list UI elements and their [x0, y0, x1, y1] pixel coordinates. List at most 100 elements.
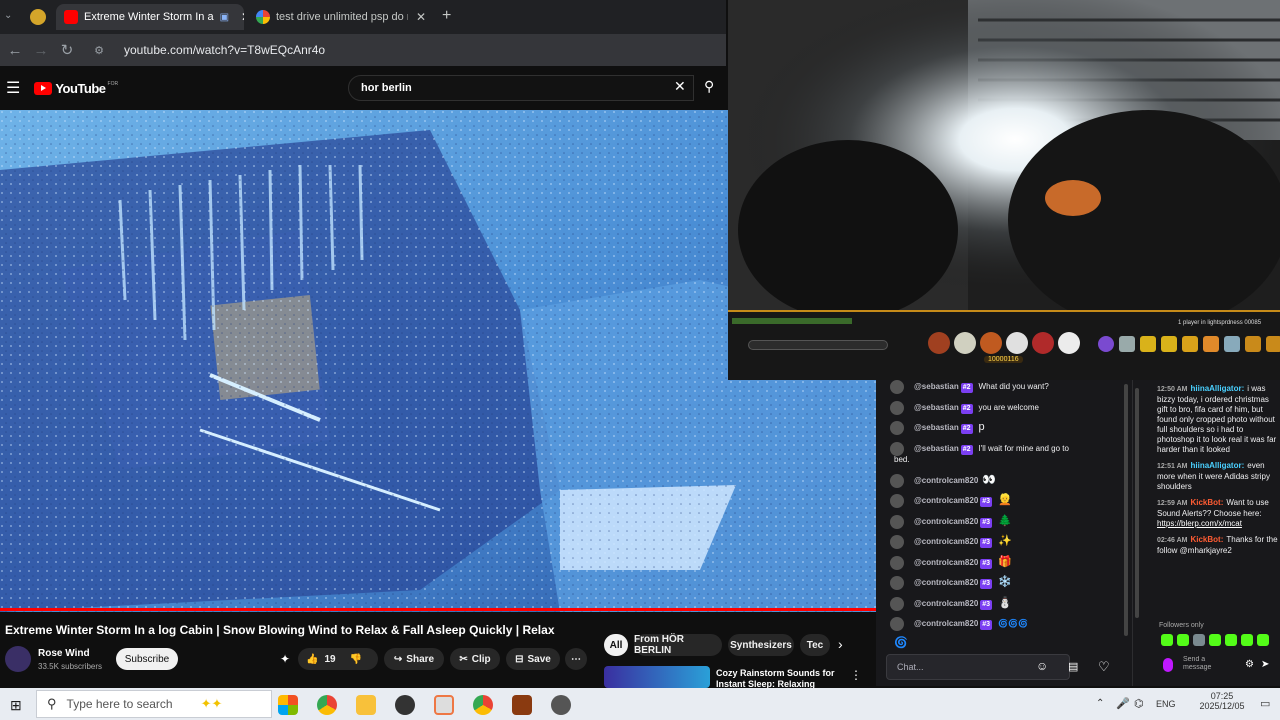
network-icon[interactable]: ⌬: [1134, 697, 1144, 710]
game-icon[interactable]: [512, 695, 532, 715]
search-input[interactable]: hor berlin: [348, 75, 694, 101]
language-indicator[interactable]: ENG: [1156, 699, 1176, 709]
chat-username[interactable]: @controlcam820: [914, 496, 978, 505]
kick-username[interactable]: KickBot:: [1190, 498, 1223, 507]
chat-username[interactable]: @controlcam820: [914, 517, 978, 526]
dislike-icon[interactable]: 👎: [350, 654, 362, 665]
chrome-icon[interactable]: [317, 695, 337, 715]
character-slot-icon[interactable]: [928, 332, 950, 354]
inventory-icon[interactable]: [1266, 336, 1280, 352]
app-icon[interactable]: [551, 695, 571, 715]
notification-icon[interactable]: ▭: [1260, 697, 1270, 710]
save-button[interactable]: ⊟ Save: [506, 648, 560, 670]
kick-username[interactable]: KickBot:: [1190, 535, 1223, 544]
chip-from-hor-berlin[interactable]: From HÖR BERLIN: [634, 634, 722, 656]
emote-icon[interactable]: [1209, 634, 1221, 646]
like-icon[interactable]: 👍: [306, 654, 318, 665]
chat-username[interactable]: @controlcam820: [914, 599, 978, 608]
emoji-icon[interactable]: ☺: [1036, 659, 1048, 673]
clip-button[interactable]: ✂ Clip: [450, 648, 500, 670]
user-avatar-icon[interactable]: [1163, 658, 1173, 672]
file-explorer-icon[interactable]: [356, 695, 376, 715]
channel-name[interactable]: Rose Wind: [38, 648, 90, 659]
kick-username[interactable]: hiinaAlligator:: [1190, 384, 1244, 393]
chip-synthesizers[interactable]: Synthesizers: [728, 634, 794, 656]
gif-icon[interactable]: ▤: [1068, 660, 1078, 673]
chat-username[interactable]: @controlcam820: [914, 558, 978, 567]
chat-username[interactable]: @controlcam820: [914, 476, 978, 485]
microphone-icon[interactable]: 🎤: [1116, 697, 1130, 710]
send-icon[interactable]: ➤: [1261, 659, 1269, 670]
chat-avatar[interactable]: [890, 596, 904, 611]
character-slot-icon[interactable]: [1032, 332, 1054, 354]
chat-avatar[interactable]: [890, 617, 904, 631]
heart-icon[interactable]: ♡: [1098, 659, 1110, 675]
copilot-icon[interactable]: [278, 695, 298, 715]
clock[interactable]: 07:25 2025/12/05: [1190, 691, 1254, 711]
chat-avatar[interactable]: [890, 514, 904, 529]
close-tab-icon[interactable]: ✕: [416, 10, 426, 24]
chip-tec[interactable]: Tec: [800, 634, 830, 656]
emote-icon[interactable]: [1257, 634, 1269, 646]
windows-start-icon[interactable]: ⊞: [10, 697, 22, 714]
chat-avatar[interactable]: [890, 441, 904, 456]
channel-avatar[interactable]: [5, 646, 31, 672]
kick-message-link[interactable]: https://blerp.com/x/mcat: [1157, 519, 1279, 529]
tab-youtube[interactable]: Extreme Winter Storm In a ▣ ✕: [56, 4, 244, 30]
emote-icon[interactable]: [1161, 634, 1173, 646]
tray-chevron-icon[interactable]: ⌃: [1096, 698, 1104, 709]
kick-message-input[interactable]: Send a message: [1183, 656, 1227, 674]
character-slot-icon[interactable]: [1058, 332, 1080, 354]
chip-all[interactable]: All: [604, 634, 628, 656]
clear-search-icon[interactable]: ✕: [674, 78, 686, 95]
tool-icon[interactable]: [1119, 336, 1135, 352]
chat-avatar[interactable]: [890, 494, 904, 508]
reload-icon[interactable]: ↻: [56, 41, 78, 59]
tab-list-icon[interactable]: ⌄: [4, 10, 12, 21]
chevron-right-icon[interactable]: ›: [838, 636, 843, 652]
url-field[interactable]: youtube.com/watch?v=T8wEQcAnr4o: [124, 43, 325, 57]
subscribe-button[interactable]: Subscribe: [116, 648, 178, 670]
pencil-icon[interactable]: [1203, 336, 1219, 352]
chat-username[interactable]: @sebastian: [914, 403, 959, 412]
chat-avatar[interactable]: [890, 421, 904, 435]
chat-avatar[interactable]: [890, 380, 904, 394]
emote-icon[interactable]: [1193, 634, 1205, 646]
search-icon[interactable]: ⚲: [704, 78, 714, 95]
recommendation-title[interactable]: Cozy Rainstorm Sounds for Instant Sleep:…: [716, 668, 840, 688]
chat-avatar[interactable]: [890, 555, 904, 570]
sparkle-icon[interactable]: ✦: [280, 652, 290, 666]
potion-icon[interactable]: [1098, 336, 1114, 352]
emote-icon[interactable]: [1241, 634, 1253, 646]
chat-avatar[interactable]: [890, 473, 904, 488]
kick-chat-scrollbar[interactable]: [1135, 388, 1139, 618]
chat-avatar[interactable]: [890, 535, 904, 549]
youtube-logo[interactable]: YouTube FOR: [34, 81, 118, 96]
chat-avatar[interactable]: [890, 576, 904, 590]
chat-scrollbar[interactable]: [1124, 384, 1128, 636]
obs-icon[interactable]: [395, 695, 415, 715]
new-tab-icon[interactable]: +: [442, 7, 451, 25]
site-info-icon[interactable]: ⚙: [88, 44, 110, 57]
kick-username[interactable]: hiinaAlligator:: [1190, 461, 1244, 470]
chat-username[interactable]: @sebastian: [914, 444, 959, 453]
snipping-tool-icon[interactable]: [434, 695, 454, 715]
settings-icon[interactable]: [1224, 336, 1240, 352]
close-tab-icon[interactable]: ✕: [241, 10, 244, 24]
chat-settings-icon[interactable]: ⚙: [1245, 659, 1254, 670]
chat-username[interactable]: @sebastian: [914, 382, 959, 391]
chat-avatar[interactable]: [890, 400, 904, 415]
share-button[interactable]: ↪ Share: [384, 648, 444, 670]
emote-icon[interactable]: [1177, 634, 1189, 646]
more-actions-icon[interactable]: ⋯: [565, 648, 587, 670]
video-progress-bar[interactable]: [0, 608, 876, 611]
tab-google[interactable]: test drive unlimited psp do mo ✕: [248, 4, 434, 30]
taskbar-search[interactable]: ⚲ Type here to search ✦✦: [36, 690, 272, 718]
chrome-profile-icon[interactable]: [473, 695, 493, 715]
character-slot-icon[interactable]: [980, 332, 1002, 354]
home-icon[interactable]: [1182, 336, 1198, 352]
star-icon[interactable]: [1140, 336, 1156, 352]
more-vert-icon[interactable]: ⋮: [850, 668, 862, 682]
emote-icon[interactable]: [1225, 634, 1237, 646]
character-slot-icon[interactable]: [954, 332, 976, 354]
